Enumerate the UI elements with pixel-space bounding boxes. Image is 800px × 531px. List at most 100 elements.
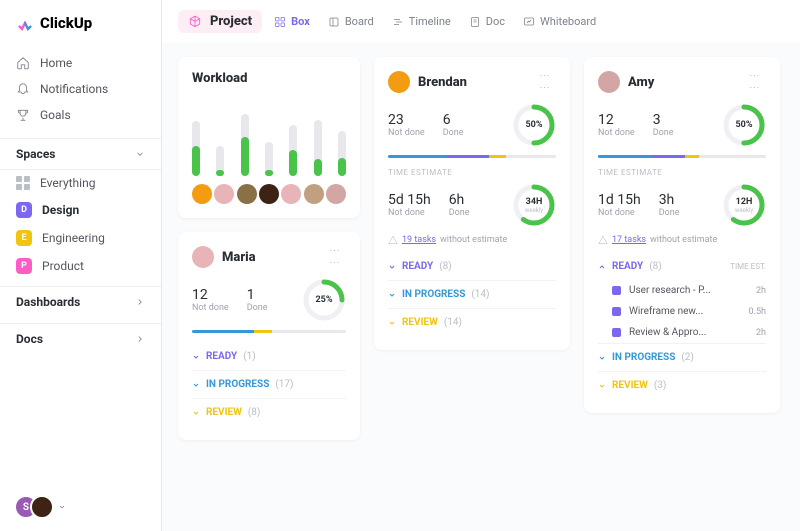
avatar[interactable]	[259, 184, 279, 204]
warning-link[interactable]: 19 tasks	[402, 235, 436, 245]
task-status-icon	[612, 307, 621, 316]
view-tab-timeline[interactable]: Timeline	[384, 11, 459, 32]
progress-bar	[388, 155, 556, 158]
status-group-inprog[interactable]: IN PROGRESS(2)	[598, 343, 766, 371]
task-row[interactable]: User research - P...2h	[598, 280, 766, 301]
trophy-icon	[16, 108, 30, 122]
nav-goals[interactable]: Goals	[0, 102, 161, 128]
avatar[interactable]	[237, 184, 257, 204]
content: Workload Maria⋮⋮12Not done1Done25%READY(…	[162, 43, 800, 531]
status-group-ready[interactable]: READY(8)TIME EST.	[598, 253, 766, 280]
bell-icon	[16, 82, 30, 96]
chevron-right-icon	[135, 297, 145, 307]
not-done-count: 23	[388, 112, 425, 128]
topbar: Project BoxBoardTimelineDocWhiteboard	[162, 0, 800, 43]
estimate-warning: 19 tasks without estimate	[388, 235, 556, 245]
docs-header[interactable]: Docs	[0, 323, 161, 354]
done-count: 1	[247, 287, 268, 303]
progress-donut: 50%	[722, 103, 766, 147]
primary-nav: Home Notifications Goals	[0, 46, 161, 132]
warning-icon	[388, 235, 398, 245]
whiteboard-icon	[523, 16, 535, 28]
avatar[interactable]	[598, 71, 620, 93]
avatar[interactable]	[304, 184, 324, 204]
brand-text: ClickUp	[40, 14, 92, 32]
space-badge: P	[16, 258, 32, 274]
chevron-down-icon	[192, 409, 200, 417]
not-done-count: 12	[192, 287, 229, 303]
timeline-icon	[392, 16, 404, 28]
workload-card: Workload	[178, 57, 360, 218]
cube-icon	[188, 15, 202, 29]
workload-title: Workload	[192, 71, 346, 86]
grid-icon	[16, 176, 30, 190]
workload-bar	[265, 142, 273, 176]
view-tab-box[interactable]: Box	[266, 11, 318, 32]
status-group-ready[interactable]: READY(1)	[192, 343, 346, 370]
workload-bars	[192, 98, 346, 176]
workload-avatars	[192, 184, 346, 204]
dashboards-header[interactable]: Dashboards	[0, 286, 161, 317]
progress-bar	[192, 330, 346, 333]
space-everything[interactable]: Everything	[0, 170, 161, 196]
progress-donut: 50%	[512, 103, 556, 147]
avatar[interactable]	[192, 246, 214, 268]
workload-bar	[241, 114, 249, 176]
chevron-down-icon	[135, 149, 145, 159]
status-group-inprog[interactable]: IN PROGRESS(14)	[388, 280, 556, 308]
done-count: 6	[443, 112, 464, 128]
done-count: 3	[653, 112, 674, 128]
time-estimate-label: TIME ESTIMATE	[388, 168, 556, 177]
avatar[interactable]	[388, 71, 410, 93]
chevron-down-icon	[388, 291, 396, 299]
status-group-review[interactable]: REVIEW(8)	[192, 398, 346, 426]
brand-logo[interactable]: ClickUp	[0, 0, 161, 46]
chevron-down-icon	[388, 263, 396, 271]
status-group-ready[interactable]: READY(8)	[388, 253, 556, 280]
card-menu[interactable]: ⋮⋮	[749, 70, 760, 94]
avatar	[30, 495, 54, 519]
task-status-icon	[612, 286, 621, 295]
task-row[interactable]: Wireframe new...0.5h	[598, 301, 766, 322]
card-menu[interactable]: ⋮⋮	[539, 70, 550, 94]
doc-icon	[469, 16, 481, 28]
main: Project BoxBoardTimelineDocWhiteboard Wo…	[162, 0, 800, 531]
view-tab-doc[interactable]: Doc	[461, 11, 513, 32]
chevron-down-icon	[58, 503, 66, 511]
project-selector[interactable]: Project	[178, 10, 262, 33]
person-card-brendan: Brendan⋮⋮23Not done6Done50%TIME ESTIMATE…	[374, 57, 570, 350]
board-icon	[328, 16, 340, 28]
view-tab-board[interactable]: Board	[320, 11, 382, 32]
nav-notifications[interactable]: Notifications	[0, 76, 161, 102]
spaces-header[interactable]: Spaces	[0, 138, 161, 170]
workload-bar	[314, 120, 322, 176]
person-card-maria: Maria⋮⋮12Not done1Done25%READY(1)IN PROG…	[178, 232, 360, 440]
status-group-review[interactable]: REVIEW(14)	[388, 308, 556, 336]
space-item-design[interactable]: DDesign	[0, 196, 161, 224]
chevron-down-icon	[598, 354, 606, 362]
task-row[interactable]: Review & Appro...2h	[598, 322, 766, 343]
chevron-down-icon	[598, 382, 606, 390]
avatar[interactable]	[192, 184, 212, 204]
avatar[interactable]	[281, 184, 301, 204]
estimate-warning: 17 tasks without estimate	[598, 235, 766, 245]
clickup-icon	[16, 14, 34, 32]
progress-bar	[598, 155, 766, 158]
space-item-engineering[interactable]: EEngineering	[0, 224, 161, 252]
person-name: Maria	[222, 250, 314, 265]
avatar[interactable]	[326, 184, 346, 204]
view-tab-whiteboard[interactable]: Whiteboard	[515, 11, 604, 32]
time-estimate-label: TIME ESTIMATE	[598, 168, 766, 177]
chevron-down-icon	[192, 353, 200, 361]
warning-link[interactable]: 17 tasks	[612, 235, 646, 245]
card-menu[interactable]: ⋮⋮	[329, 245, 340, 269]
workload-bar	[192, 121, 200, 176]
status-group-inprog[interactable]: IN PROGRESS(17)	[192, 370, 346, 398]
status-group-review[interactable]: REVIEW(3)	[598, 371, 766, 399]
user-switcher[interactable]: S	[14, 495, 66, 519]
space-item-product[interactable]: PProduct	[0, 252, 161, 280]
nav-home[interactable]: Home	[0, 50, 161, 76]
not-done-count: 12	[598, 112, 635, 128]
space-badge: E	[16, 230, 32, 246]
avatar[interactable]	[214, 184, 234, 204]
